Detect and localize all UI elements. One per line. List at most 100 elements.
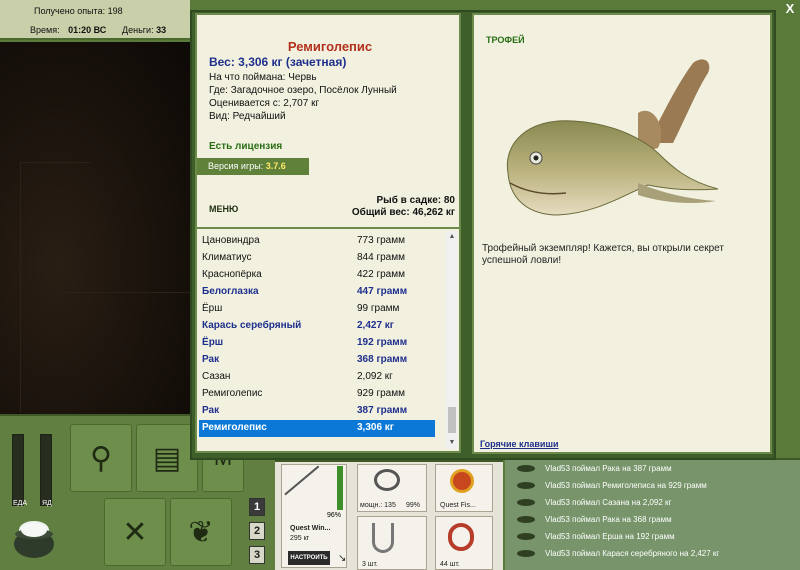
rod-name: Quest Win... xyxy=(290,525,331,532)
time-label: Время: xyxy=(30,25,60,35)
panel-3-button[interactable]: 3 xyxy=(249,546,265,564)
money-label: Деньги: xyxy=(122,25,154,35)
feed-text: Vlad53 поймал Карася серебряного на 2,42… xyxy=(545,549,720,558)
poison-meter-label: ЯД xyxy=(42,500,52,507)
building-silhouette xyxy=(20,162,90,412)
catch-row[interactable]: Ёрш 99 грамм xyxy=(199,301,435,318)
panel-1-button[interactable]: 1 xyxy=(249,498,265,516)
fish-icon: ❦ xyxy=(188,515,214,549)
food-meter xyxy=(12,434,24,506)
line-spool-icon xyxy=(450,469,474,493)
tackle-box-tile[interactable]: ▤ xyxy=(136,424,198,492)
cauldron-icon[interactable] xyxy=(8,512,60,564)
reel-icon xyxy=(374,469,400,491)
panel-2-button[interactable]: 2 xyxy=(249,522,265,540)
catch-fish-name: Ремиголепис xyxy=(202,422,267,433)
feed-row: Vlad53 поймал Рака на 368 грамм xyxy=(517,511,672,528)
fork-knife-icon: ✕ xyxy=(122,515,148,549)
reel-power: мощн.: 135 xyxy=(360,502,396,509)
feed-text: Vlad53 поймал Рака на 387 грамм xyxy=(545,464,672,473)
hook-icon xyxy=(372,523,394,553)
catch-fish-weight: 2,427 кг xyxy=(357,320,394,331)
xp-value: 198 xyxy=(107,6,123,16)
catch-row[interactable]: Карась серебряный 2,427 кг xyxy=(199,318,435,335)
fish-tile[interactable]: ❦ xyxy=(170,498,232,566)
catch-fish-name: Краснопёрка xyxy=(202,269,262,280)
catch-fish-weight: 844 грамм xyxy=(357,252,405,263)
fish-weight: Вес: 3,306 кг (зачетная) xyxy=(209,55,347,69)
arrow-icon: ↘ xyxy=(338,553,347,564)
catch-row[interactable]: Климатиус 844 грамм xyxy=(199,250,435,267)
catch-fish-weight: 422 грамм xyxy=(357,269,405,280)
feed-fish-icon xyxy=(517,499,535,506)
feed-text: Vlad53 поймал Рака на 368 грамм xyxy=(545,515,672,524)
feed-fish-icon xyxy=(517,465,535,472)
rod-setup-tile[interactable]: ⚲ xyxy=(70,424,132,492)
gear-strip: Quest Win... 295 кг НАСТРОИТЬ ↘ 96% мощн… xyxy=(275,460,503,570)
version-label: Версия игры: xyxy=(208,161,264,171)
feed-fish-icon xyxy=(517,482,535,489)
catch-fish-weight: 387 грамм xyxy=(357,405,408,416)
close-button[interactable]: X xyxy=(783,2,797,16)
catch-row[interactable]: Рак 387 грамм xyxy=(199,403,435,420)
catch-row[interactable]: Ёрш 192 грамм xyxy=(199,335,435,352)
line-slot[interactable]: Quest Fis... xyxy=(435,464,493,512)
money-value: 33 xyxy=(156,25,167,35)
catch-row[interactable]: Краснопёрка 422 грамм xyxy=(199,267,435,284)
catch-fish-weight: 3,306 кг xyxy=(357,422,394,433)
bait-info: На что поймана: Червь xyxy=(209,72,317,83)
catch-row[interactable]: Ремиголепис 3,306 кг xyxy=(199,420,435,437)
location-info: Где: Загадочное озеро, Посёлок Лунный xyxy=(209,85,397,96)
scroll-up-icon[interactable]: ▲ xyxy=(446,231,458,243)
catch-list[interactable]: Цановиндра 773 грамм Климатиус 844 грамм Кра… xyxy=(195,229,461,453)
feed-row: Vlad53 поймал Сазана на 2,092 кг xyxy=(517,494,671,511)
total-weight: Общий вес: 46,262 кг xyxy=(351,207,455,218)
scroll-thumb[interactable] xyxy=(448,407,456,433)
catch-fish-weight: 447 грамм xyxy=(357,286,408,297)
food-tile[interactable]: ✕ xyxy=(104,498,166,566)
catch-row[interactable]: Цановиндра 773 грамм xyxy=(199,233,435,250)
reel-durability: 99% xyxy=(406,502,421,509)
catch-row[interactable]: Белоглазка 447 грамм xyxy=(199,284,435,301)
catch-feed: Vlad53 поймал Рака на 387 грамм Vlad53 по… xyxy=(505,458,800,570)
rod-durability: 96% xyxy=(327,512,342,519)
reel-slot[interactable]: мощн.: 135 99% xyxy=(357,464,427,512)
line-name: Quest Fis... xyxy=(440,502,476,509)
scroll-down-icon[interactable]: ▼ xyxy=(446,437,458,449)
fish-info-panel: Ремиголепис Вес: 3,306 кг (зачетная) На … xyxy=(195,13,461,229)
hook-slot[interactable]: 3 шт. xyxy=(357,516,427,570)
fish-name: Ремиголепис xyxy=(287,39,373,54)
feed-row: Vlad53 поймал Ерша на 192 грамм xyxy=(517,528,675,545)
rod-weight: 295 кг xyxy=(290,535,310,542)
catch-list-scrollbar[interactable]: ▲ ▼ xyxy=(446,231,458,449)
catch-fish-name: Рак xyxy=(202,354,220,365)
catch-fish-name: Белоглазка xyxy=(202,286,259,297)
catch-fish-name: Рак xyxy=(202,405,220,416)
feed-fish-icon xyxy=(517,516,535,523)
catch-fish-weight: 2,092 кг xyxy=(357,371,393,382)
hook-count: 3 шт. xyxy=(362,561,378,568)
feed-text: Vlad53 поймал Ремиголеписа на 929 грамм xyxy=(545,481,707,490)
feed-row: Vlad53 поймал Рака на 387 грамм xyxy=(517,460,672,477)
catch-row[interactable]: Сазан 2,092 кг xyxy=(199,369,435,386)
catch-fish-name: Климатиус xyxy=(202,252,252,263)
bait-slot[interactable]: 44 шт. xyxy=(435,516,493,570)
rod-durability-bar xyxy=(337,466,343,510)
time-readout: Время: 01:20 ВС xyxy=(30,25,106,35)
catch-row[interactable]: Рак 368 грамм xyxy=(199,352,435,369)
rarity-info: Вид: Редчайший xyxy=(209,111,286,122)
hotkeys-link[interactable]: Горячие клавиши xyxy=(480,439,558,449)
catch-row[interactable]: Ремиголепис 929 грамм xyxy=(199,386,435,403)
catch-fish-weight: 773 грамм xyxy=(357,235,405,246)
feed-row: Vlad53 поймал Ремиголеписа на 929 грамм xyxy=(517,477,707,494)
trophy-panel: ТРОФЕЙ Трофейный экземпляр! Кажется, вы … xyxy=(472,13,772,454)
setup-button[interactable]: НАСТРОИТЬ xyxy=(288,551,330,565)
bait-count: 44 шт. xyxy=(440,561,460,568)
menu-button[interactable]: МЕНЮ xyxy=(209,204,238,214)
version-badge: Версия игры: 3.7.6 xyxy=(197,158,309,175)
catch-fish-name: Сазан xyxy=(202,371,231,382)
game-scene-view[interactable] xyxy=(0,42,190,414)
catch-fish-name: Цановиндра xyxy=(202,235,260,246)
trophy-fish-image xyxy=(506,59,719,216)
catch-fish-weight: 368 грамм xyxy=(357,354,408,365)
